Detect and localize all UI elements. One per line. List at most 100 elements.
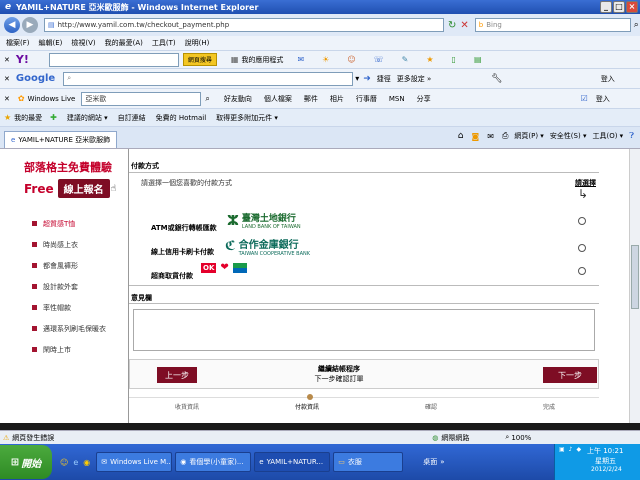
page-menu[interactable]: 網頁(P) ▾ [514, 131, 543, 141]
tray-network-icon[interactable]: ▣ [559, 446, 565, 453]
category-item[interactable]: 邁環系列刷毛保暖衣 [32, 318, 106, 339]
google-search-button[interactable]: ▾ [355, 74, 359, 83]
safety-menu[interactable]: 安全性(S) ▾ [550, 131, 587, 141]
menu-view[interactable]: 檢視(V) [71, 38, 95, 48]
favorites-star-icon[interactable]: ★ [4, 113, 11, 122]
note-icon[interactable]: ✎ [402, 55, 409, 64]
yahoo-search-input[interactable] [48, 52, 179, 67]
desktop-arrow-icon[interactable]: » [440, 458, 444, 466]
mail-icon[interactable]: ✉ [297, 55, 304, 64]
quick-link[interactable]: 捷徑 [377, 74, 391, 84]
google-search-input[interactable]: ⌕ [63, 71, 354, 86]
task-live-mail[interactable]: ✉ Windows Live M... [96, 452, 173, 472]
next-button[interactable]: 下一步 [543, 367, 597, 383]
category-item[interactable]: 時尚感上衣 [32, 234, 106, 255]
live-link-profile[interactable]: 個人檔案 [264, 94, 292, 104]
live-login[interactable]: 登入 [596, 94, 610, 104]
menu-help[interactable]: 說明(H) [185, 38, 210, 48]
search-icon[interactable]: ⌕ [634, 20, 639, 30]
live-link-friends[interactable]: 好友動向 [224, 94, 252, 104]
tray-security-icon[interactable]: ◆ [577, 446, 582, 453]
option-cvs-radio[interactable] [578, 267, 586, 275]
live-link-share[interactable]: 分享 [417, 94, 431, 104]
maximize-button[interactable]: □ [613, 1, 625, 13]
live-link-photos[interactable]: 相片 [330, 94, 344, 104]
tools-menu[interactable]: 工具(O) ▾ [592, 131, 623, 141]
close-toolbar-icon[interactable]: ✕ [4, 56, 10, 64]
google-go-icon[interactable]: ➜ [363, 74, 371, 84]
suggested-sites-link[interactable]: 建議的網站 ▾ [67, 113, 108, 123]
task-folder[interactable]: ▭ 衣服 [333, 452, 404, 472]
category-item[interactable]: 都會風褲形 [32, 255, 106, 276]
more-addons-link[interactable]: 取得更多附加元件 ▾ [216, 113, 278, 123]
register-button[interactable]: 線上報名 [57, 179, 110, 198]
apps-label[interactable]: 我的應用程式 [241, 55, 283, 65]
clock-weekday[interactable]: 星期五 [595, 456, 616, 466]
zoom-icon[interactable]: ⌕ [505, 433, 509, 442]
desktop-label[interactable]: 桌面 [423, 457, 437, 467]
scroll-thumb[interactable] [631, 245, 639, 309]
live-search-input[interactable]: 亞米歐 [81, 91, 202, 106]
forward-icon[interactable]: ▶ [22, 17, 38, 33]
help-icon[interactable]: ❓︎ [629, 131, 634, 141]
live-link-calendar[interactable]: 行事曆 [356, 94, 377, 104]
category-item[interactable]: 率性帽款 [32, 297, 106, 318]
address-input[interactable]: ▤ http://www.yamil.com.tw/checkout_payme… [44, 18, 444, 32]
yahoo-logo[interactable]: Y! [16, 53, 29, 66]
close-button[interactable]: × [626, 1, 638, 13]
menu-file[interactable]: 檔案(F) [6, 38, 30, 48]
refresh-icon[interactable]: ↻ [448, 20, 456, 31]
login-link[interactable]: 登入 [601, 74, 615, 84]
weather-icon[interactable]: ☀ [322, 55, 329, 64]
more-settings-link[interactable]: 更多設定 » [397, 74, 432, 84]
task-ie[interactable]: e YAMIL+NATUR... [254, 452, 331, 472]
email-icon[interactable]: ✉ [487, 132, 494, 141]
people-icon[interactable]: ☺ [347, 55, 355, 64]
yahoo-search-button[interactable]: 網頁搜尋 [182, 53, 217, 66]
search-input[interactable]: b Bing [474, 18, 631, 32]
category-item[interactable]: 閑時上市 [32, 339, 106, 360]
blogger-promo[interactable]: 部落格主免費體驗 Free 線上報名 ☝ [24, 159, 128, 198]
quicklaunch-ie-icon[interactable]: e [73, 458, 78, 467]
favorites-label[interactable]: 我的最愛 [14, 113, 42, 123]
menu-favorites[interactable]: 我的最愛(A) [105, 38, 143, 48]
minimize-button[interactable]: _ [600, 1, 612, 13]
status-text[interactable]: 網頁發生錯誤 [12, 433, 54, 443]
start-button[interactable]: ⊞ 開始 [0, 445, 52, 479]
category-item[interactable]: 超質感T恤 [32, 213, 106, 234]
menu-edit[interactable]: 編輯(E) [39, 38, 63, 48]
menu-tools[interactable]: 工具(T) [152, 38, 176, 48]
apps-icon[interactable]: ▦ [231, 55, 239, 64]
print-icon[interactable]: ⎙ [502, 131, 508, 141]
mobile-icon[interactable]: ▯ [452, 55, 456, 64]
vertical-scrollbar[interactable] [629, 149, 640, 430]
close-toolbar-icon[interactable]: ✕ [4, 75, 10, 83]
home-icon[interactable]: ⌂ [458, 131, 464, 141]
live-search-icon[interactable]: ⌕ [205, 94, 209, 104]
prev-button[interactable]: 上一步 [157, 367, 197, 383]
category-item[interactable]: 設計款外套 [32, 276, 106, 297]
task-chrome[interactable]: ◉ 看個學(小童家)... [175, 452, 252, 472]
star-icon[interactable]: ★ [426, 55, 433, 64]
option-credit-radio[interactable] [578, 244, 586, 252]
chat-icon[interactable]: ☏ [374, 55, 384, 64]
tab-active[interactable]: e YAMIL+NATURE 亞米歐服飾 [4, 130, 118, 148]
warning-icon[interactable]: ⚠ [3, 434, 9, 442]
quicklaunch-messenger-icon[interactable]: ☺ [60, 458, 68, 467]
option-atm-radio[interactable] [578, 217, 586, 225]
wrench-icon[interactable]: 🔧︎ [491, 74, 502, 84]
clock-date[interactable]: 2012/2/24 [591, 466, 622, 473]
check-icon[interactable]: ☑ [581, 94, 588, 103]
add-favorite-icon[interactable]: ✚ [50, 113, 57, 122]
grid-icon[interactable]: ▤ [474, 55, 482, 64]
live-link-msn[interactable]: MSN [389, 95, 405, 103]
back-icon[interactable]: ◀ [4, 17, 20, 33]
live-link-mail[interactable]: 郵件 [304, 94, 318, 104]
comments-textarea[interactable] [133, 309, 595, 351]
custom-links-link[interactable]: 自訂連結 [118, 113, 146, 123]
feeds-icon[interactable]: ◙ [472, 132, 480, 141]
zoom-text[interactable]: 100% [511, 434, 531, 442]
stop-icon[interactable]: ✕ [460, 20, 468, 31]
quicklaunch-chrome-icon[interactable]: ◉ [83, 458, 90, 467]
free-hotmail-link[interactable]: 免費的 Hotmail [156, 113, 207, 123]
